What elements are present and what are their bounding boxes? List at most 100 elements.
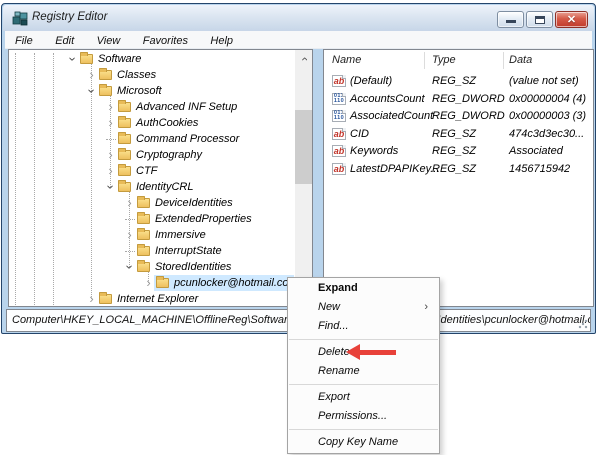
- value-name: CID: [350, 128, 369, 140]
- value-row-cid[interactable]: abCIDREG_SZ474c3d3ec30...: [324, 126, 592, 144]
- folder-icon: [118, 134, 131, 144]
- folder-icon: [156, 278, 169, 288]
- tree-item-internet-explorer[interactable]: › Internet Explorer: [9, 291, 312, 307]
- chevron-right-icon[interactable]: ›: [86, 67, 97, 83]
- tree-item-label: ExtendedProperties: [155, 212, 252, 227]
- chevron-right-icon[interactable]: ›: [86, 291, 97, 307]
- tree-item-cryptography[interactable]: › Cryptography: [9, 147, 312, 163]
- value-row-keywords[interactable]: abKeywordsREG_SZAssociated: [324, 143, 592, 161]
- chevron-down-icon[interactable]: ›: [103, 182, 119, 193]
- scroll-up-icon[interactable]: ›: [295, 50, 312, 66]
- context-menu-item-export[interactable]: Export: [288, 388, 439, 407]
- submenu-arrow-icon: ›: [424, 298, 428, 317]
- value-row-latestdpapikey[interactable]: abLatestDPAPIKey...REG_SZ1456715942: [324, 161, 592, 179]
- tree-item-label: InterruptState: [155, 244, 222, 259]
- arrow-tail: [359, 350, 396, 355]
- menu-bar: File Edit View Favorites Help: [5, 31, 592, 49]
- column-header-name[interactable]: Name: [332, 54, 361, 66]
- value-row-default[interactable]: ab(Default)REG_SZ(value not set): [324, 73, 592, 91]
- scrollbar-thumb[interactable]: [295, 110, 312, 184]
- menu-help[interactable]: Help: [202, 33, 241, 47]
- value-type: REG_DWORD: [432, 93, 505, 105]
- close-button[interactable]: ✕: [555, 11, 588, 28]
- chevron-right-icon[interactable]: ›: [105, 115, 116, 131]
- tree-guide-stub: [125, 219, 135, 220]
- folder-icon: [118, 150, 131, 160]
- context-menu-item-rename[interactable]: Rename: [288, 362, 439, 381]
- folder-icon: [80, 54, 93, 64]
- chevron-right-icon[interactable]: ›: [124, 195, 135, 211]
- registry-tree-pane: ›Software›Classes›Microsoft›Advanced INF…: [8, 49, 313, 307]
- value-data: (value not set): [509, 75, 579, 87]
- tree-item-label: Cryptography: [136, 148, 202, 163]
- tree-scrollbar[interactable]: ›: [295, 50, 312, 306]
- value-name: (Default): [350, 75, 392, 87]
- screenshot-root: Registry Editor ✕ File Edit View Favorit…: [0, 0, 600, 455]
- tree-item-ctf[interactable]: ›CTF: [9, 163, 312, 179]
- tree-rows: ›Software›Classes›Microsoft›Advanced INF…: [9, 51, 312, 306]
- chevron-down-icon[interactable]: ›: [84, 86, 100, 97]
- tree-item-deviceidentities[interactable]: ›DeviceIdentities: [9, 195, 312, 211]
- tree-item-advanced-inf-setup[interactable]: ›Advanced INF Setup: [9, 99, 312, 115]
- reg-sz-icon: ab: [332, 163, 346, 175]
- chevron-right-icon[interactable]: ›: [124, 227, 135, 243]
- context-menu-item-copy-key-name[interactable]: Copy Key Name: [288, 433, 439, 452]
- reg-sz-icon: ab: [332, 145, 346, 157]
- context-menu: ExpandNew›Find...DeleteRenameExportPermi…: [287, 277, 440, 454]
- value-data: 0x00000004 (4): [509, 93, 586, 105]
- tree-item-immersive[interactable]: ›Immersive: [9, 227, 312, 243]
- folder-icon: [118, 102, 131, 112]
- folder-icon: [118, 182, 131, 192]
- context-menu-item-expand[interactable]: Expand: [288, 279, 439, 298]
- tree-item-label: AuthCookies: [136, 116, 198, 131]
- column-header-type[interactable]: Type: [432, 54, 456, 66]
- value-row-associatedcount[interactable]: 011110AssociatedCountREG_DWORD0x00000003…: [324, 108, 592, 126]
- menu-file[interactable]: File: [7, 33, 41, 47]
- context-menu-item-find[interactable]: Find...: [288, 317, 439, 336]
- menu-edit[interactable]: Edit: [47, 33, 82, 47]
- chevron-right-icon[interactable]: ›: [105, 99, 116, 115]
- tree-item-pcunlocker-hotmail-com[interactable]: ›pcunlocker@hotmail.com: [9, 275, 312, 291]
- column-divider[interactable]: [503, 52, 504, 69]
- context-menu-item-new[interactable]: New›: [288, 298, 439, 317]
- tree-item-label: Internet Explorer: [117, 292, 198, 307]
- folder-icon: [137, 214, 150, 224]
- tree-item-authcookies[interactable]: › AuthCookies: [9, 115, 312, 131]
- folder-icon: [137, 198, 150, 208]
- tree-item-microsoft[interactable]: ›Microsoft: [9, 83, 312, 99]
- chevron-down-icon[interactable]: ›: [65, 54, 81, 65]
- folder-icon: [137, 246, 150, 256]
- folder-icon: [137, 230, 150, 240]
- maximize-button[interactable]: [526, 11, 553, 28]
- tree-item-classes[interactable]: ›Classes: [9, 67, 312, 83]
- chevron-right-icon[interactable]: ›: [105, 147, 116, 163]
- tree-item-storedidentities[interactable]: ›StoredIdentities: [9, 259, 312, 275]
- tree-item-command-processor[interactable]: Command Processor: [9, 131, 312, 147]
- tree-item-identitycrl[interactable]: ›IdentityCRL: [9, 179, 312, 195]
- value-data: 1456715942: [509, 163, 570, 175]
- menu-favorites[interactable]: Favorites: [135, 33, 196, 47]
- value-row-accountscount[interactable]: 011110AccountsCountREG_DWORD0x00000004 (…: [324, 91, 592, 109]
- value-type: REG_SZ: [432, 145, 476, 157]
- context-menu-item-permissions[interactable]: Permissions...: [288, 407, 439, 426]
- value-type: REG_SZ: [432, 75, 476, 87]
- context-menu-separator: [289, 339, 438, 340]
- reg-dword-icon: 011110: [332, 110, 346, 122]
- resize-grip[interactable]: [578, 319, 588, 329]
- tree-guide-stub: [125, 251, 135, 252]
- menu-view[interactable]: View: [89, 33, 129, 47]
- tree-guide-stub: [106, 139, 116, 140]
- column-header-data[interactable]: Data: [509, 54, 532, 66]
- registry-values-pane: Name Type Data ab (Default) REG_SZ (value n…: [323, 49, 594, 307]
- column-divider[interactable]: [424, 52, 425, 69]
- minimize-button[interactable]: [497, 11, 524, 28]
- tree-item-extendedproperties[interactable]: ExtendedProperties: [9, 211, 312, 227]
- chevron-down-icon[interactable]: ›: [122, 262, 138, 273]
- value-data: Associated: [509, 145, 563, 157]
- folder-icon: [99, 294, 112, 304]
- maximize-icon: [535, 16, 545, 24]
- chevron-right-icon[interactable]: ›: [105, 163, 116, 179]
- tree-item-interruptstate[interactable]: InterruptState: [9, 243, 312, 259]
- tree-item-software[interactable]: ›Software: [9, 51, 312, 67]
- chevron-right-icon[interactable]: ›: [143, 275, 154, 291]
